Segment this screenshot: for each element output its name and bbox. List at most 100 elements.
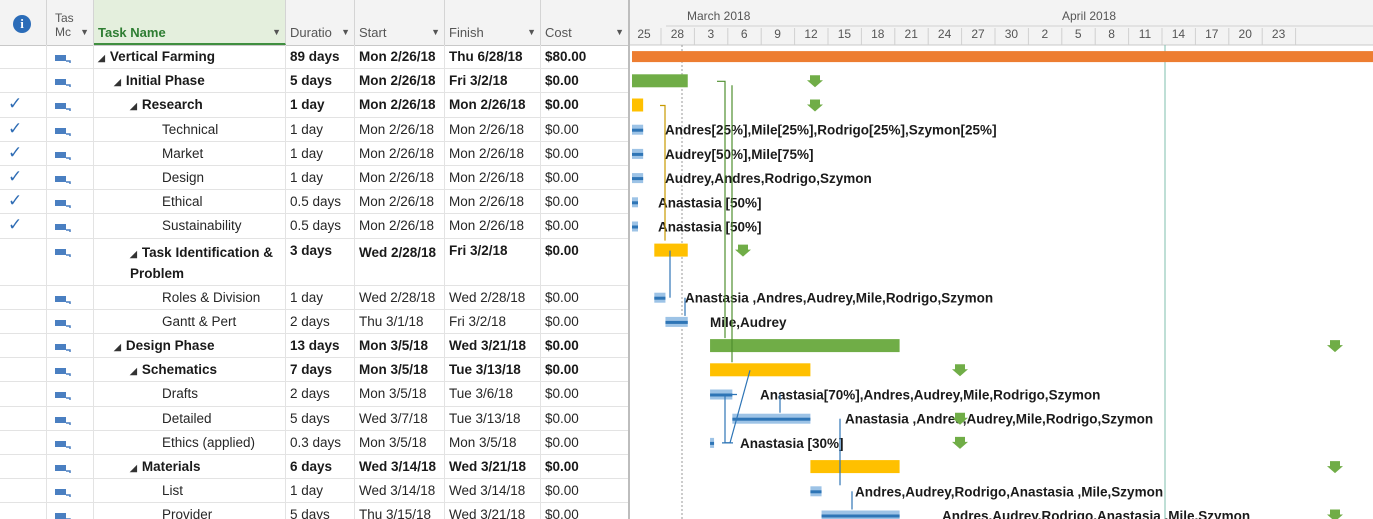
table-row[interactable]: Detailed 5 days Wed 3/7/18 Tue 3/13/18 $0.00: [0, 406, 628, 431]
cost-cell[interactable]: $0.00: [541, 407, 628, 430]
table-row[interactable]: Drafts 2 days Mon 3/5/18 Tue 3/6/18 $0.00: [0, 382, 628, 407]
task-name-cell[interactable]: ◢ Task Identification & Problem: [94, 238, 286, 285]
task-name-cell[interactable]: ◢ Schematics: [94, 358, 286, 382]
collapse-triangle-icon[interactable]: ◢: [98, 53, 105, 63]
cost-cell[interactable]: $0.00: [541, 239, 628, 285]
start-cell[interactable]: Mon 2/26/18: [355, 141, 445, 165]
duration-cell[interactable]: 1 day: [286, 117, 355, 141]
table-row[interactable]: Ethics (applied) 0.3 days Mon 3/5/18 Mon 3/…: [0, 430, 628, 455]
finish-cell[interactable]: Mon 2/26/18: [445, 93, 541, 117]
task-mode-cell[interactable]: [47, 141, 94, 165]
duration-cell[interactable]: 1 day: [286, 141, 355, 165]
task-name-cell[interactable]: Detailed: [94, 406, 286, 430]
start-cell[interactable]: Wed 2/28/18: [355, 238, 445, 285]
table-row[interactable]: ✓ ◢ Research 1 day Mon 2/26/18 Mon 2/26/18 $0.…: [0, 93, 628, 118]
task-mode-cell[interactable]: [47, 382, 94, 406]
task-mode-cell[interactable]: [47, 69, 94, 93]
finish-cell[interactable]: Wed 3/21/18: [445, 334, 541, 358]
task-mode-cell[interactable]: [47, 238, 94, 285]
task-name-cell[interactable]: Ethics (applied): [94, 430, 286, 454]
finish-cell[interactable]: Wed 3/21/18: [445, 455, 541, 479]
duration-cell[interactable]: 89 days: [286, 45, 355, 69]
start-cell[interactable]: Wed 3/14/18: [355, 455, 445, 479]
task-mode-cell[interactable]: [47, 285, 94, 309]
task-name-cell[interactable]: Ethical: [94, 190, 286, 214]
task-name-cell[interactable]: Gantt & Pert: [94, 309, 286, 333]
duration-cell[interactable]: 0.3 days: [286, 430, 355, 454]
chevron-down-icon[interactable]: ▼: [431, 27, 440, 37]
finish-cell[interactable]: Mon 2/26/18: [445, 117, 541, 141]
duration-cell[interactable]: 7 days: [286, 358, 355, 382]
start-cell[interactable]: Mon 2/26/18: [355, 166, 445, 190]
table-row[interactable]: ✓ Sustainability 0.5 days Mon 2/26/18 Mon 2/…: [0, 214, 628, 239]
finish-cell[interactable]: Tue 3/13/18: [445, 358, 541, 382]
duration-cell[interactable]: 5 days: [286, 406, 355, 430]
duration-cell[interactable]: 5 days: [286, 503, 355, 519]
table-row[interactable]: ◢ Schematics 7 days Mon 3/5/18 Tue 3/13/18 $0…: [0, 358, 628, 383]
table-row[interactable]: Gantt & Pert 2 days Thu 3/1/18 Fri 3/2/18 $0…: [0, 309, 628, 334]
duration-column-header[interactable]: Duratio ▼: [286, 0, 355, 45]
task-mode-cell[interactable]: [47, 45, 94, 69]
cost-cell[interactable]: $0.00: [541, 214, 628, 237]
table-row[interactable]: ◢ Materials 6 days Wed 3/14/18 Wed 3/21/18 $0…: [0, 455, 628, 480]
cost-cell[interactable]: $0.00: [541, 118, 628, 141]
cost-cell[interactable]: $0.00: [541, 503, 628, 519]
task-name-cell[interactable]: ◢ Research: [94, 93, 286, 117]
start-cell[interactable]: Mon 3/5/18: [355, 334, 445, 358]
table-row[interactable]: ◢ Initial Phase 5 days Mon 2/26/18 Fri 3/2/1…: [0, 69, 628, 94]
finish-cell[interactable]: Wed 2/28/18: [445, 285, 541, 309]
task-mode-cell[interactable]: [47, 406, 94, 430]
cost-cell[interactable]: $0.00: [541, 455, 628, 478]
start-cell[interactable]: Mon 3/5/18: [355, 358, 445, 382]
duration-cell[interactable]: 2 days: [286, 309, 355, 333]
start-cell[interactable]: Wed 3/14/18: [355, 479, 445, 503]
indicators-column-header[interactable]: i: [0, 0, 47, 45]
table-row[interactable]: ✓ Design 1 day Mon 2/26/18 Mon 2/26/18 $0.00: [0, 166, 628, 191]
chevron-down-icon[interactable]: ▼: [615, 27, 624, 37]
task-mode-cell[interactable]: [47, 166, 94, 190]
table-row[interactable]: ◢ Vertical Farming 89 days Mon 2/26/18 Thu 6…: [0, 45, 628, 70]
finish-column-header[interactable]: Finish ▼: [445, 0, 541, 45]
cost-cell[interactable]: $0.00: [541, 190, 628, 213]
cost-cell[interactable]: $0.00: [541, 166, 628, 189]
duration-cell[interactable]: 13 days: [286, 334, 355, 358]
duration-cell[interactable]: 1 day: [286, 285, 355, 309]
cost-cell[interactable]: $0.00: [541, 69, 628, 92]
finish-cell[interactable]: Mon 2/26/18: [445, 214, 541, 238]
task-mode-cell[interactable]: [47, 309, 94, 333]
task-mode-cell[interactable]: [47, 190, 94, 214]
table-row[interactable]: List 1 day Wed 3/14/18 Wed 3/14/18 $0.00: [0, 479, 628, 504]
cost-cell[interactable]: $0.00: [541, 142, 628, 165]
task-mode-cell[interactable]: [47, 358, 94, 382]
task-mode-cell[interactable]: [47, 93, 94, 117]
start-cell[interactable]: Wed 2/28/18: [355, 285, 445, 309]
task-mode-column-header[interactable]: Tas Mc ▼: [47, 0, 94, 45]
start-column-header[interactable]: Start ▼: [355, 0, 445, 45]
table-row[interactable]: ◢ Task Identification & Problem 3 days Wed …: [0, 238, 628, 286]
collapse-triangle-icon[interactable]: ◢: [114, 342, 121, 352]
finish-cell[interactable]: Fri 3/2/18: [445, 69, 541, 93]
start-cell[interactable]: Mon 3/5/18: [355, 382, 445, 406]
start-cell[interactable]: Thu 3/15/18: [355, 503, 445, 519]
task-name-cell[interactable]: ◢ Materials: [94, 455, 286, 479]
duration-cell[interactable]: 5 days: [286, 69, 355, 93]
duration-cell[interactable]: 3 days: [286, 238, 355, 285]
task-name-cell[interactable]: Design: [94, 166, 286, 190]
chevron-down-icon[interactable]: ▼: [341, 27, 350, 37]
table-row[interactable]: ✓ Ethical 0.5 days Mon 2/26/18 Mon 2/26/18 $0…: [0, 190, 628, 215]
chevron-down-icon[interactable]: ▼: [272, 27, 281, 37]
finish-cell[interactable]: Wed 3/14/18: [445, 479, 541, 503]
task-name-cell[interactable]: ◢ Design Phase: [94, 334, 286, 358]
task-name-cell[interactable]: Provider: [94, 503, 286, 519]
duration-cell[interactable]: 2 days: [286, 382, 355, 406]
collapse-triangle-icon[interactable]: ◢: [130, 249, 137, 259]
table-row[interactable]: Roles & Division 1 day Wed 2/28/18 Wed 2/28…: [0, 285, 628, 310]
task-name-cell[interactable]: Market: [94, 141, 286, 165]
cost-cell[interactable]: $0.00: [541, 93, 628, 116]
task-mode-cell[interactable]: [47, 503, 94, 519]
start-cell[interactable]: Mon 2/26/18: [355, 69, 445, 93]
cost-cell[interactable]: $0.00: [541, 286, 628, 309]
collapse-triangle-icon[interactable]: ◢: [114, 77, 121, 87]
cost-cell[interactable]: $0.00: [541, 334, 628, 357]
cost-cell[interactable]: $0.00: [541, 431, 628, 454]
